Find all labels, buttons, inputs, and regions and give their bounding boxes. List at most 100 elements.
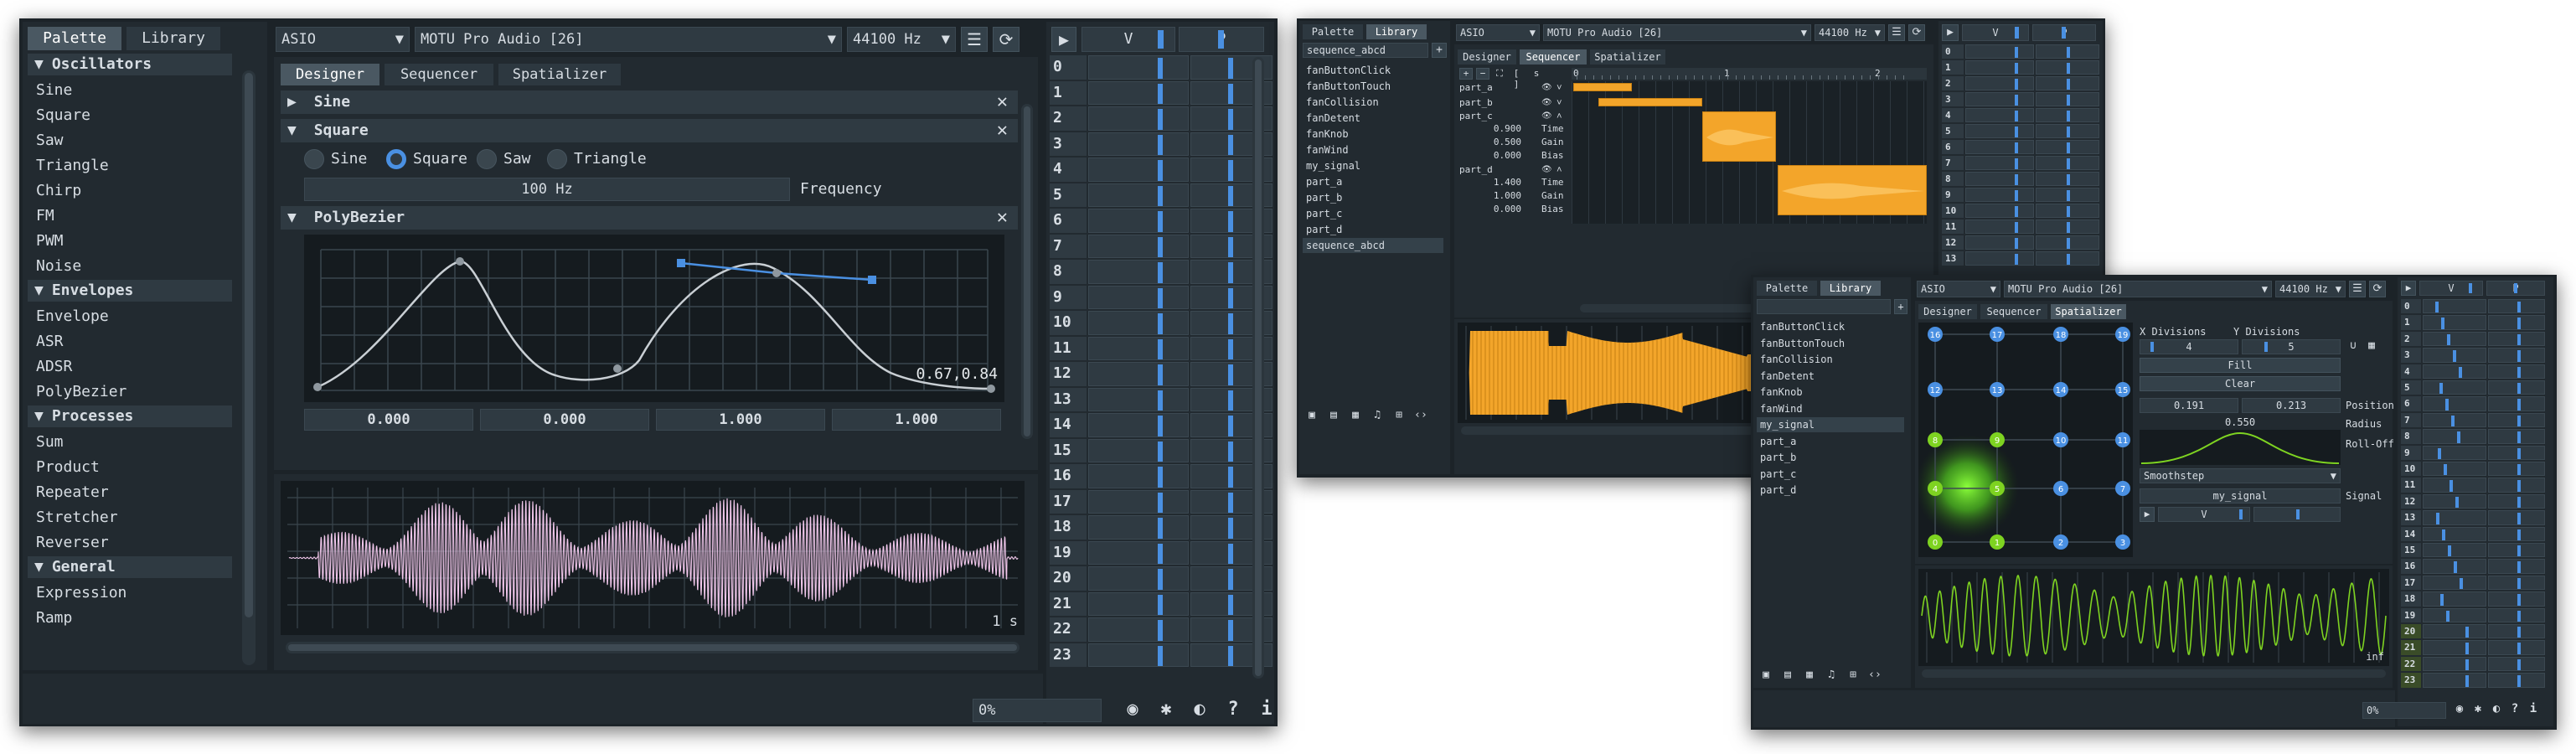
info-icon[interactable]: i <box>1252 699 1278 720</box>
pan-handle[interactable] <box>2517 350 2521 362</box>
channel-pan-slider[interactable] <box>2488 640 2545 655</box>
volume-handle[interactable] <box>1158 236 1163 257</box>
pan-handle[interactable] <box>1228 211 1233 232</box>
pan-handle[interactable] <box>1228 287 1233 308</box>
pan-handle[interactable] <box>1228 160 1233 181</box>
library-item[interactable]: my_signal <box>1303 158 1443 173</box>
code-icon[interactable]: ‹› <box>1866 669 1883 681</box>
timeline-grid[interactable] <box>1572 81 1927 224</box>
eye-icon[interactable]: 👁 <box>1541 81 1552 95</box>
signal-volume[interactable]: V <box>2158 507 2250 522</box>
pan-header[interactable]: P <box>2486 281 2545 296</box>
speaker-node[interactable]: 14 <box>2053 382 2068 397</box>
speaker-node[interactable]: 2 <box>2053 535 2068 550</box>
channel-volume-slider[interactable] <box>1965 60 2034 75</box>
channel-volume-slider[interactable] <box>1088 336 1189 360</box>
pan-handle[interactable] <box>2067 158 2070 169</box>
volume-header[interactable]: V <box>2419 281 2483 296</box>
play-icon[interactable]: ▶ <box>2401 281 2416 296</box>
volume-handle[interactable] <box>2015 222 2018 233</box>
param-value[interactable]: 1.000 <box>1471 190 1521 201</box>
menu-icon[interactable]: ☰ <box>961 27 988 52</box>
library-item[interactable]: fanDetent <box>1757 369 1904 384</box>
volume-handle[interactable] <box>1158 134 1163 155</box>
channel-number[interactable]: 4 <box>1942 108 1964 122</box>
channel-volume-slider[interactable] <box>2423 348 2486 363</box>
rate-select[interactable]: 44100 Hz ▼ <box>1815 24 1885 41</box>
speaker-node[interactable]: 12 <box>1928 382 1943 397</box>
pan-handle[interactable] <box>2517 627 2521 638</box>
wave-radio-square[interactable]: Square <box>386 147 467 171</box>
pan-handle[interactable] <box>2517 431 2521 443</box>
channel-volume-slider[interactable] <box>2423 445 2486 460</box>
channel-number[interactable]: 0 <box>2401 299 2421 314</box>
grid-icon[interactable]: ⊞ <box>1391 409 1407 421</box>
channel-pan-slider[interactable] <box>2036 44 2099 59</box>
tab-sequencer[interactable]: Sequencer <box>385 64 493 85</box>
channel-volume-slider[interactable] <box>2423 640 2486 655</box>
node-header-polybezier[interactable]: ▼ PolyBezier ✕ <box>281 206 1018 230</box>
volume-handle[interactable] <box>1158 543 1163 564</box>
pan-header[interactable]: P <box>1179 27 1264 52</box>
section-header[interactable]: ▼ Processes <box>28 405 232 427</box>
grid-toggle-icon[interactable]: ▦ <box>2364 339 2379 354</box>
channel-volume-slider[interactable] <box>1088 387 1189 411</box>
wave-radio-saw[interactable]: Saw <box>477 147 531 171</box>
add-icon[interactable]: + <box>1432 43 1447 58</box>
volume-handle[interactable] <box>2465 658 2469 671</box>
channel-number[interactable]: 13 <box>1942 251 1964 266</box>
channel-pan-slider[interactable] <box>2488 412 2545 428</box>
search-input[interactable] <box>1757 299 1891 314</box>
channel-number[interactable]: 16 <box>2401 559 2421 574</box>
channel-pan-slider[interactable] <box>2488 493 2545 509</box>
rate-select[interactable]: 44100 Hz ▼ <box>2275 281 2346 297</box>
pan-handle[interactable] <box>2067 254 2070 265</box>
pan-handle[interactable] <box>2517 513 2521 524</box>
volume-handle[interactable] <box>2459 366 2462 378</box>
volume-handle[interactable] <box>2438 447 2441 459</box>
channel-number[interactable]: 8 <box>1942 172 1964 186</box>
tab-designer[interactable]: Designer <box>1458 49 1516 65</box>
library-item[interactable]: fanCollision <box>1303 95 1443 110</box>
channel-volume-slider[interactable] <box>1088 106 1189 131</box>
pan-handle[interactable] <box>1228 262 1233 283</box>
channel-pan-slider[interactable] <box>2036 251 2099 266</box>
channel-volume-slider[interactable] <box>1088 260 1189 284</box>
volume-handle[interactable] <box>1158 518 1163 539</box>
pan-handle[interactable] <box>2517 545 2521 557</box>
volume-handle[interactable] <box>2015 142 2018 153</box>
play-icon[interactable]: ▶ <box>1942 24 1959 41</box>
node-header-sine[interactable]: ▶ Sine ✕ <box>281 90 1018 114</box>
channel-pan-slider[interactable] <box>2488 299 2545 314</box>
volume-handle[interactable] <box>2436 513 2439 524</box>
palette-item[interactable]: Sum <box>36 431 64 454</box>
pan-handle[interactable] <box>2067 79 2070 90</box>
close-icon[interactable]: ✕ <box>997 206 1008 230</box>
channel-number[interactable]: 3 <box>1942 92 1964 106</box>
delete-icon[interactable]: ▤ <box>1325 409 1342 421</box>
music-icon[interactable]: ♫ <box>1369 409 1386 421</box>
pan-handle[interactable] <box>2517 302 2521 313</box>
palette-item[interactable]: FM <box>36 204 54 228</box>
param-value[interactable]: 0.900 <box>1471 123 1521 134</box>
tab-spatializer[interactable]: Spatializer <box>1590 49 1665 65</box>
channel-pan-slider[interactable] <box>2036 92 2099 106</box>
bezier-editor[interactable]: 0.67,0.84 <box>304 235 1004 402</box>
channel-pan-slider[interactable] <box>2036 124 2099 138</box>
channel-volume-slider[interactable] <box>2423 510 2486 525</box>
pan-handle[interactable] <box>2517 610 2521 622</box>
volume-handle[interactable] <box>1158 467 1163 488</box>
channel-pan-slider[interactable] <box>2488 673 2545 688</box>
magnet-icon[interactable]: ∪ <box>2346 339 2361 354</box>
channel-volume-slider[interactable] <box>1088 515 1189 540</box>
expand-chevron-icon[interactable]: ˅ <box>1556 96 1562 110</box>
channel-volume-slider[interactable] <box>1965 156 2034 170</box>
channel-volume-slider[interactable] <box>2423 299 2486 314</box>
track-name[interactable]: part_a <box>1459 81 1493 95</box>
x-div-handle[interactable] <box>2150 342 2154 352</box>
channel-number[interactable]: 10 <box>1050 311 1087 335</box>
channel-number[interactable]: 10 <box>2401 462 2421 477</box>
pan-handle[interactable] <box>2517 529 2521 540</box>
channel-number[interactable]: 14 <box>2401 526 2421 541</box>
position-y-input[interactable]: 0.213 <box>2242 398 2341 413</box>
